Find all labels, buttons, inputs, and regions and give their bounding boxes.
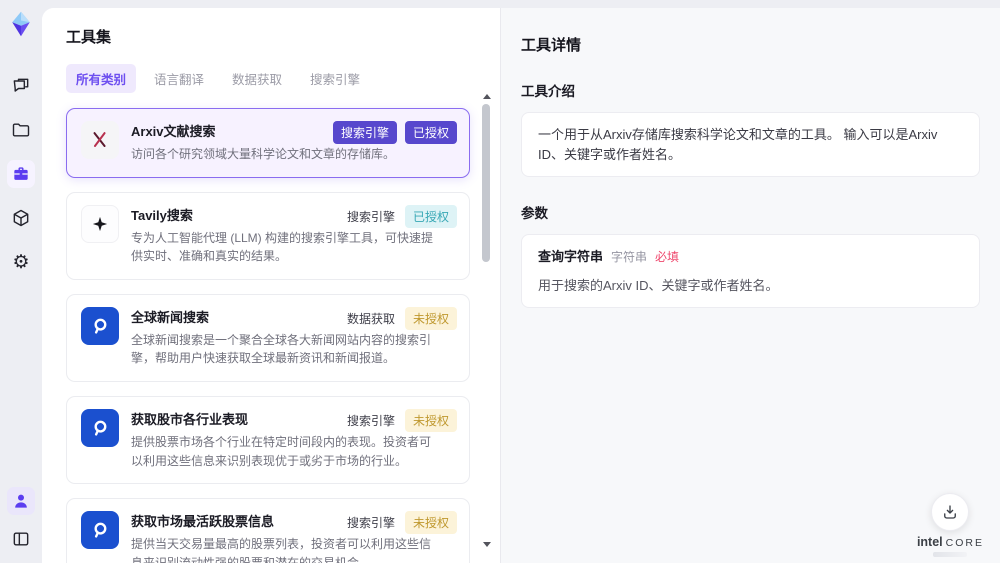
category-tab[interactable]: 搜索引擎	[300, 64, 370, 93]
category-tabs: 所有类别 语言翻译 数据获取 搜索引擎	[66, 64, 470, 93]
tool-auth-badge: 已授权	[404, 121, 457, 144]
chat-icon	[11, 76, 31, 96]
intro-box: 一个用于从Arxiv存储库搜索科学论文和文章的工具。 输入可以是Arxiv ID…	[521, 112, 980, 177]
folder-icon	[11, 120, 31, 140]
main-content: 工具集 所有类别 语言翻译 数据获取 搜索引擎 Arxiv文献搜索 访问各个研究…	[42, 8, 1000, 563]
sidebar-bottom	[7, 487, 35, 553]
tool-details-panel: 工具详情 工具介绍 一个用于从Arxiv存储库搜索科学论文和文章的工具。 输入可…	[500, 8, 1000, 563]
sidebar-nav: ⚙	[7, 72, 35, 276]
app-root: ⚙ 工具集 所有类别 语言翻译 数据获取 搜索引擎 Arxiv文献搜索 访问各个…	[0, 0, 1000, 563]
news-q-blue-icon	[81, 306, 119, 345]
category-tab[interactable]: 所有类别	[66, 64, 137, 93]
intro-heading: 工具介绍	[521, 84, 575, 99]
intel-ultra-bar	[933, 552, 968, 557]
tool-description: 专为人工智能代理 (LLM) 构建的搜索引擎工具，可快速提供实时、准确和真实的结…	[131, 230, 434, 264]
tool-card[interactable]: 获取市场最活跃股票信息 提供当天交易量最高的股票列表，投资者可以利用这些信息来识…	[66, 498, 470, 563]
news-q-blue-icon	[81, 511, 119, 550]
sidebar-item-models[interactable]	[7, 204, 35, 232]
toolbox-icon	[11, 164, 31, 184]
sidebar: ⚙	[0, 0, 42, 563]
cube-icon	[11, 208, 31, 228]
scroll-down-arrow-icon[interactable]	[483, 542, 491, 547]
tool-card[interactable]: 获取股市各行业表现 提供股票市场各个行业在特定时间段内的表现。投资者可以利用这些…	[66, 395, 470, 485]
tool-description: 全球新闻搜索是一个聚合全球各大新闻网站内容的搜索引擎，帮助用户快速获取全球最新资…	[131, 332, 432, 366]
tool-auth-badge: 未授权	[404, 306, 457, 330]
param-type: 字符串	[611, 250, 648, 264]
sidebar-item-files[interactable]	[7, 116, 35, 144]
details-title: 工具详情	[521, 37, 582, 54]
tools-list-panel: 工具集 所有类别 语言翻译 数据获取 搜索引擎 Arxiv文献搜索 访问各个研究…	[42, 8, 500, 563]
tool-card[interactable]: Tavily搜索 专为人工智能代理 (LLM) 构建的搜索引擎工具，可快速提供实…	[66, 191, 470, 280]
param-description: 用于搜索的Arxiv ID、关键字或作者姓名。	[538, 277, 779, 293]
param-box: 查询字符串 字符串 必填 用于搜索的Arxiv ID、关键字或作者姓名。	[521, 234, 980, 308]
news-q-blue-icon	[81, 408, 119, 447]
download-icon	[944, 505, 957, 519]
tool-description: 访问各个研究领域大量科学论文和文章的存储库。	[131, 147, 396, 161]
tool-card[interactable]: 全球新闻搜索 全球新闻搜索是一个聚合全球各大新闻网站内容的搜索引擎，帮助用户快速…	[66, 293, 470, 382]
tool-auth-badge: 已授权	[404, 204, 457, 228]
download-button[interactable]	[931, 493, 970, 532]
panel-icon	[11, 529, 31, 549]
tool-description: 提供股票市场各个行业在特定时间段内的表现。投资者可以利用这些信息来识别表现优于或…	[131, 434, 432, 468]
app-logo-icon	[7, 10, 35, 38]
sidebar-item-profile[interactable]	[7, 487, 35, 515]
tool-category-tag: 搜索引擎	[332, 121, 397, 144]
tool-card[interactable]: Arxiv文献搜索 访问各个研究领域大量科学论文和文章的存储库。 搜索引擎 已授…	[66, 108, 470, 178]
tool-auth-badge: 未授权	[404, 408, 457, 432]
sidebar-item-tools[interactable]	[7, 160, 35, 188]
tool-category-tag: 数据获取	[346, 311, 395, 326]
category-tab[interactable]: 数据获取	[222, 64, 292, 93]
intel-core-logo: intel CORE	[917, 535, 984, 557]
sidebar-item-collapse[interactable]	[7, 525, 35, 553]
param-name: 查询字符串	[538, 249, 604, 264]
gear-icon: ⚙	[12, 251, 30, 273]
sidebar-item-chat[interactable]	[7, 72, 35, 100]
params-heading: 参数	[521, 206, 548, 221]
page-title: 工具集	[66, 29, 112, 46]
tools-list: Arxiv文献搜索 访问各个研究领域大量科学论文和文章的存储库。 搜索引擎 已授…	[66, 108, 470, 563]
tool-category-tag: 搜索引擎	[346, 209, 395, 224]
corner-widgets: intel CORE	[917, 493, 984, 557]
tool-description: 提供当天交易量最高的股票列表，投资者可以利用这些信息来识别流动性强的股票和潜在的…	[131, 537, 432, 563]
tool-category-tag: 搜索引擎	[346, 516, 395, 531]
tool-auth-badge: 未授权	[404, 511, 457, 535]
scrollbar-thumb[interactable]	[482, 104, 490, 262]
param-required-badge: 必填	[655, 250, 680, 264]
category-tab[interactable]: 语言翻译	[144, 64, 214, 93]
arxiv-logo-icon	[81, 121, 119, 159]
tavily-star-icon	[81, 204, 119, 243]
user-icon	[11, 491, 31, 511]
tool-category-tag: 搜索引擎	[346, 413, 395, 428]
list-scrollbar[interactable]	[482, 94, 491, 547]
sidebar-item-settings[interactable]: ⚙	[7, 248, 35, 276]
scroll-up-arrow-icon[interactable]	[483, 94, 491, 99]
